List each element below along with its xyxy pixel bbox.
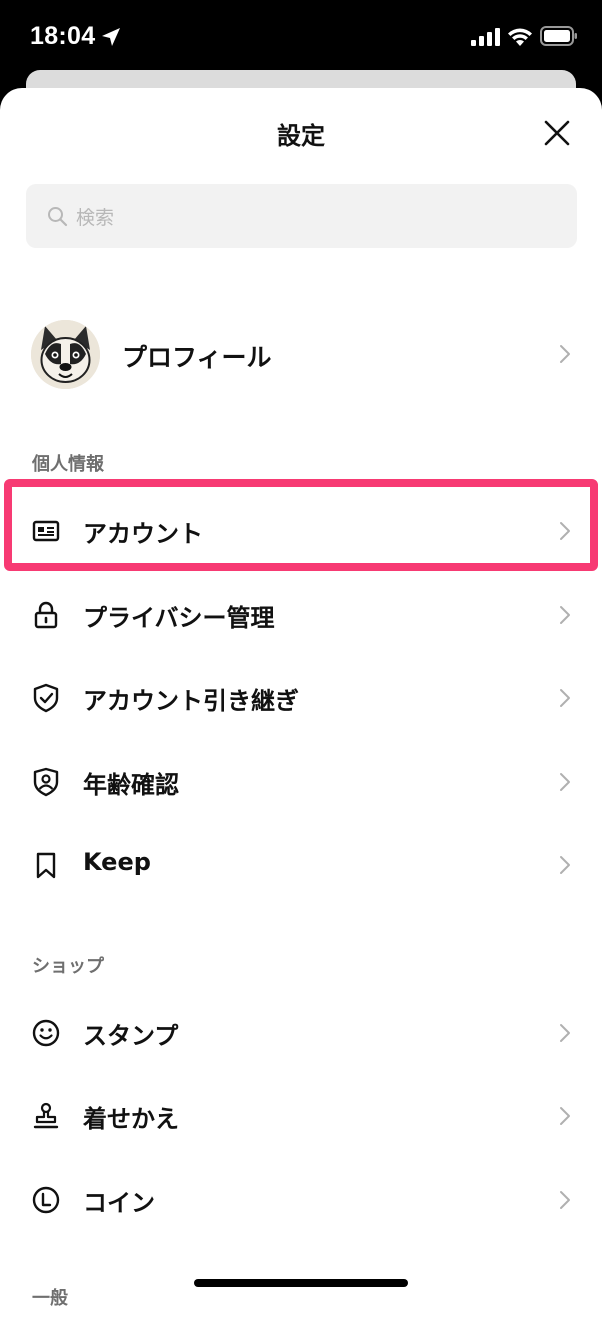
status-time: 18:04 — [30, 22, 96, 50]
profile-row[interactable]: プロフィール — [0, 316, 602, 392]
menu-item-label: アカウント引き継ぎ — [83, 687, 299, 715]
coin-icon — [32, 1186, 60, 1214]
section-header-shop: ショップ — [32, 956, 104, 977]
search-placeholder: 検索 — [76, 206, 115, 229]
close-icon — [544, 120, 570, 146]
smiley-icon — [32, 1019, 60, 1047]
avatar — [31, 320, 100, 389]
menu-item-stickers[interactable]: スタンプ — [0, 998, 602, 1068]
chevron-right-icon — [560, 773, 570, 791]
menu-item-label: Keep — [83, 848, 151, 876]
chevron-right-icon — [560, 345, 570, 363]
chevron-right-icon — [560, 1024, 570, 1042]
home-indicator — [194, 1279, 408, 1287]
stamp-icon — [33, 1102, 59, 1129]
menu-item-privacy[interactable]: プライバシー管理 — [0, 580, 602, 650]
menu-item-account[interactable]: アカウント — [0, 496, 602, 566]
cellular-signal-icon — [471, 28, 500, 46]
menu-item-label: プライバシー管理 — [83, 604, 275, 632]
menu-item-age-verification[interactable]: 年齢確認 — [0, 747, 602, 817]
settings-sheet: 設定 検索 プロフィール 個人情報 アカウント プライバシー管理 アカウント引き… — [0, 88, 602, 1328]
menu-item-themes[interactable]: 着せかえ — [0, 1081, 602, 1151]
menu-item-label: 着せかえ — [83, 1105, 179, 1133]
page-title: 設定 — [277, 122, 325, 150]
menu-item-label: アカウント — [83, 520, 203, 548]
person-shield-icon — [33, 767, 59, 797]
profile-label: プロフィール — [122, 343, 272, 372]
menu-item-label: 年齢確認 — [83, 771, 179, 799]
menu-item-account-transfer[interactable]: アカウント引き継ぎ — [0, 663, 602, 733]
menu-item-coins[interactable]: コイン — [0, 1165, 602, 1235]
menu-item-label: スタンプ — [83, 1022, 179, 1050]
section-header-personal: 個人情報 — [32, 454, 104, 475]
chevron-right-icon — [560, 689, 570, 707]
dog-avatar-image — [31, 320, 100, 389]
lock-icon — [34, 601, 58, 629]
location-arrow-icon — [102, 28, 120, 46]
close-button[interactable] — [540, 116, 574, 150]
chevron-right-icon — [560, 606, 570, 624]
shield-check-icon — [33, 683, 59, 713]
search-input[interactable]: 検索 — [26, 184, 577, 248]
chevron-right-icon — [560, 1191, 570, 1209]
chevron-right-icon — [560, 856, 570, 874]
id-card-icon — [32, 520, 60, 542]
chevron-right-icon — [560, 1107, 570, 1125]
status-bar: 18:04 — [0, 0, 602, 74]
battery-icon — [540, 26, 577, 46]
chevron-right-icon — [560, 522, 570, 540]
menu-item-keep[interactable]: Keep — [0, 830, 602, 900]
search-icon — [48, 206, 68, 226]
section-header-general: 一般 — [32, 1288, 68, 1309]
menu-item-label: コイン — [83, 1189, 155, 1217]
wifi-icon — [508, 28, 532, 46]
bookmark-icon — [36, 852, 56, 879]
